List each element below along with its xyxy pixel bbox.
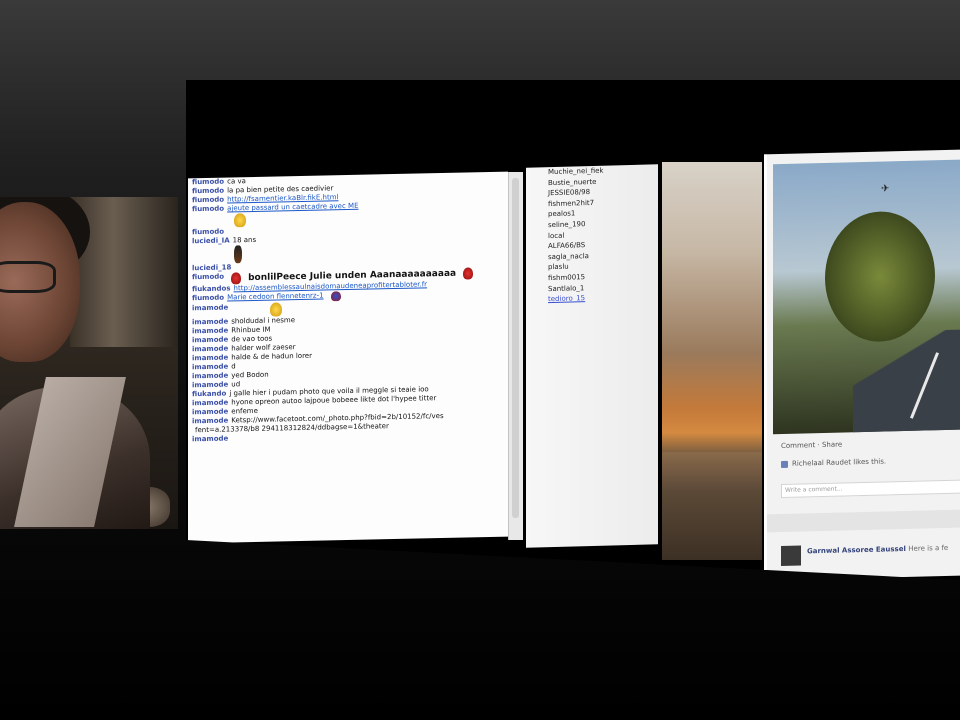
likes-text: Richelaal Raudet likes this. bbox=[792, 457, 887, 468]
post-actions[interactable]: Comment · Share bbox=[781, 441, 842, 450]
guitar-icon bbox=[234, 245, 242, 264]
user-list: Muchie_nei_fiek Bustie_nuerte JESSIE08/98 f… bbox=[526, 164, 658, 548]
webcam-feed bbox=[0, 197, 178, 529]
road-photo[interactable]: ✈ bbox=[773, 159, 960, 435]
chat-nick[interactable]: fiumodo bbox=[192, 273, 224, 283]
chat-text: ud bbox=[231, 380, 241, 389]
chat-nick[interactable]: fiumodo bbox=[192, 294, 224, 304]
chat-text: d bbox=[231, 362, 236, 371]
monitor-capture: fiumodo ca va fiumodo la pa bien petite des… bbox=[186, 80, 960, 580]
rose-icon bbox=[463, 267, 474, 280]
sunset-photo bbox=[662, 162, 762, 560]
chat-nick[interactable]: imamode bbox=[192, 304, 228, 314]
post-author[interactable]: Garnwal Assoree Eaussel Here is a fe bbox=[807, 544, 948, 555]
pin-icon bbox=[330, 291, 341, 302]
thumbs-up-icon bbox=[234, 213, 246, 228]
thumbs-up-icon bbox=[270, 302, 283, 317]
user-list-item[interactable]: tedioro_15 bbox=[526, 291, 658, 305]
scrollbar-thumb[interactable] bbox=[512, 178, 519, 518]
comment-input[interactable]: Write a comment... bbox=[781, 479, 960, 499]
post-likes: Richelaal Raudet likes this. bbox=[781, 457, 886, 468]
photo-post: ✈ Comment · Share Richelaal Raudet likes… bbox=[764, 149, 960, 580]
avatar[interactable] bbox=[781, 545, 801, 567]
rose-icon bbox=[231, 272, 242, 285]
chat-scrollbar[interactable] bbox=[508, 172, 523, 540]
chat-text: ca va bbox=[227, 177, 246, 186]
video-frame: fiumodo ca va fiumodo la pa bien petite des… bbox=[0, 0, 960, 720]
bird-icon: ✈ bbox=[881, 183, 890, 195]
like-icon bbox=[781, 460, 788, 468]
glasses bbox=[0, 261, 56, 293]
chat-log: fiumodo ca va fiumodo la pa bien petite des… bbox=[188, 171, 508, 544]
chat-nick[interactable]: imamode bbox=[192, 435, 228, 445]
